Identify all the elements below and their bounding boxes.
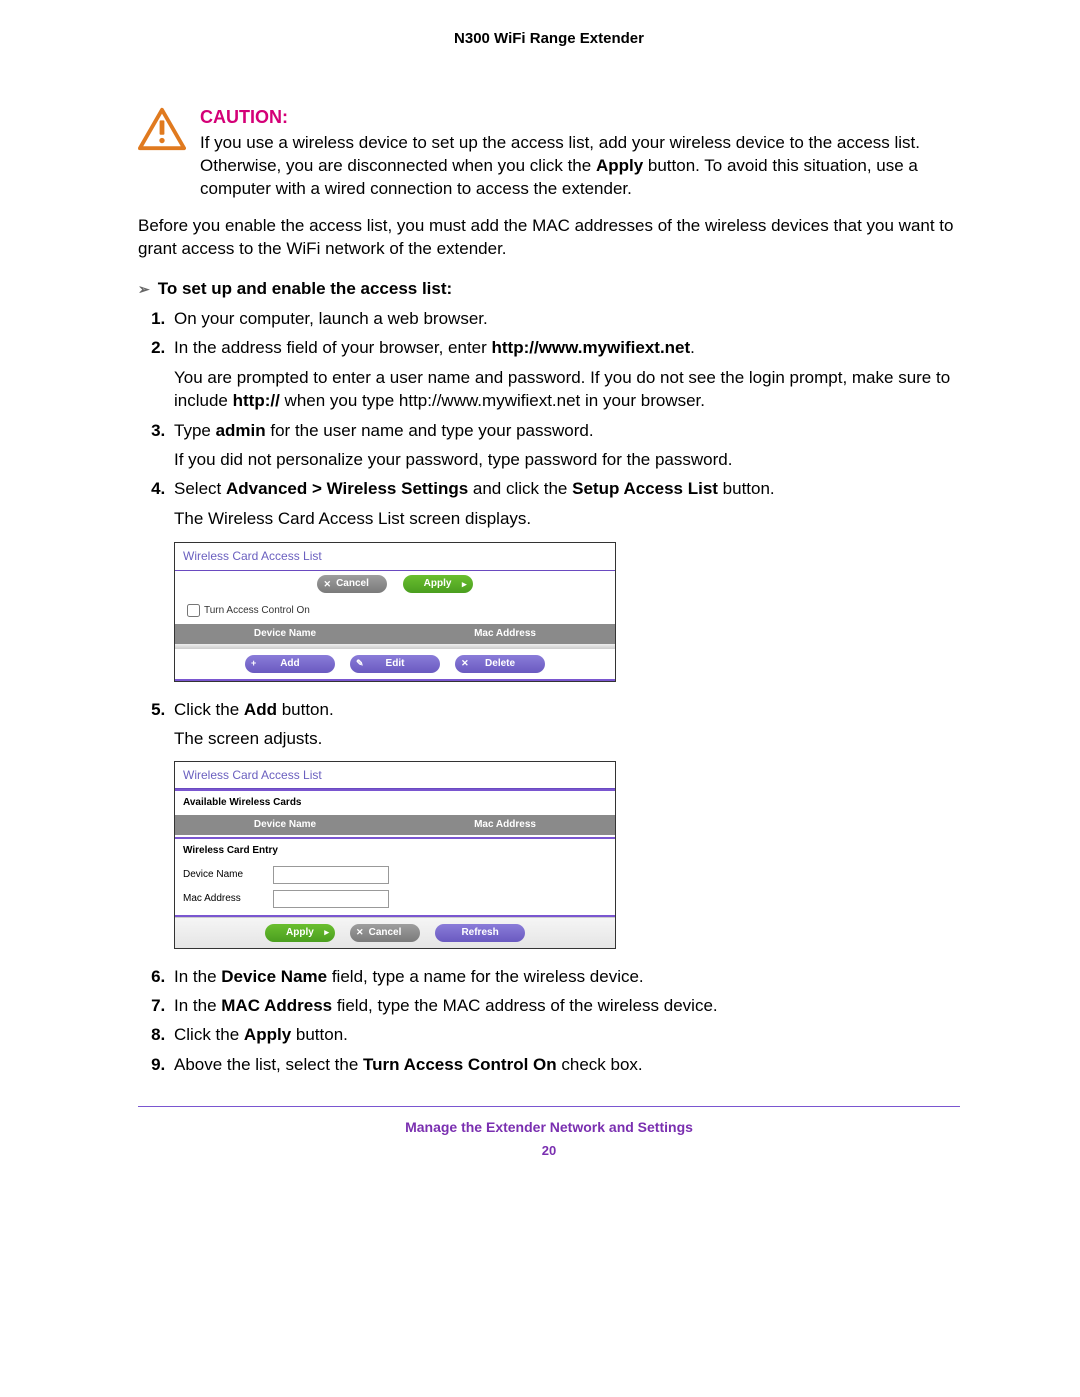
- plus-icon: +: [251, 657, 256, 669]
- step-5: Click the Add button. The screen adjusts…: [170, 698, 960, 949]
- mac-address-label: Mac Address: [183, 892, 273, 906]
- turn-access-control-on-checkbox[interactable]: Turn Access Control On: [175, 597, 615, 624]
- step-7: In the MAC Address field, type the MAC a…: [170, 994, 960, 1017]
- step-3-note: If you did not personalize your password…: [174, 448, 960, 471]
- step-1: On your computer, launch a web browser.: [170, 307, 960, 330]
- wireless-card-entry-heading: Wireless Card Entry: [175, 839, 615, 863]
- shot1-column-header: Device Name Mac Address: [175, 624, 615, 644]
- shot2-column-header: Device Name Mac Address: [175, 815, 615, 835]
- procedure-heading: ➢To set up and enable the access list:: [138, 279, 960, 299]
- step-5-note: The screen adjusts.: [174, 727, 960, 750]
- chevron-right-icon: ▸: [324, 926, 329, 938]
- delete-button[interactable]: ✕Delete: [455, 655, 545, 673]
- screenshot-access-list: Wireless Card Access List ✕Cancel Apply▸…: [174, 542, 616, 681]
- caution-label: CAUTION:: [200, 107, 960, 128]
- procedure-steps: On your computer, launch a web browser. …: [170, 307, 960, 1077]
- caution-block: CAUTION: If you use a wireless device to…: [138, 107, 960, 201]
- edit-button[interactable]: ✎Edit: [350, 655, 440, 673]
- warning-triangle-icon: [138, 107, 186, 151]
- refresh-button[interactable]: Refresh: [435, 924, 525, 942]
- chevron-right-icon: ➢: [138, 281, 150, 297]
- add-button[interactable]: +Add: [245, 655, 335, 673]
- step-8: Click the Apply button.: [170, 1023, 960, 1046]
- footer-chapter-title: Manage the Extender Network and Settings: [138, 1119, 960, 1135]
- step-4-note: The Wireless Card Access List screen dis…: [174, 507, 960, 530]
- step-2: In the address field of your browser, en…: [170, 336, 960, 412]
- step-4: Select Advanced > Wireless Settings and …: [170, 477, 960, 681]
- apply-button-2[interactable]: Apply▸: [265, 924, 335, 942]
- chevron-right-icon: ▸: [462, 578, 467, 590]
- document-header-title: N300 WiFi Range Extender: [138, 30, 960, 47]
- shot1-title: Wireless Card Access List: [175, 543, 615, 571]
- apply-button[interactable]: Apply▸: [403, 575, 473, 593]
- step-6: In the Device Name field, type a name fo…: [170, 965, 960, 988]
- close-icon: ✕: [461, 657, 469, 669]
- close-icon: ✕: [356, 926, 364, 938]
- step-3: Type admin for the user name and type yo…: [170, 419, 960, 472]
- access-control-checkbox-input[interactable]: [187, 604, 200, 617]
- device-name-input[interactable]: [273, 866, 389, 884]
- shot2-title: Wireless Card Access List: [175, 762, 615, 790]
- pencil-icon: ✎: [356, 657, 364, 669]
- footer-separator: [138, 1106, 960, 1107]
- cancel-button[interactable]: ✕Cancel: [317, 575, 387, 593]
- step-2-note: You are prompted to enter a user name an…: [174, 366, 960, 413]
- step-9: Above the list, select the Turn Access C…: [170, 1053, 960, 1076]
- mac-address-input[interactable]: [273, 890, 389, 908]
- caution-text: If you use a wireless device to set up t…: [200, 132, 960, 201]
- cancel-button-2[interactable]: ✕Cancel: [350, 924, 420, 942]
- pre-list-paragraph: Before you enable the access list, you m…: [138, 215, 960, 261]
- screenshot-access-list-expanded: Wireless Card Access List Available Wire…: [174, 761, 616, 949]
- device-name-label: Device Name: [183, 868, 273, 882]
- close-icon: ✕: [323, 578, 331, 590]
- page-number: 20: [138, 1143, 960, 1158]
- available-wireless-cards-heading: Available Wireless Cards: [175, 791, 615, 815]
